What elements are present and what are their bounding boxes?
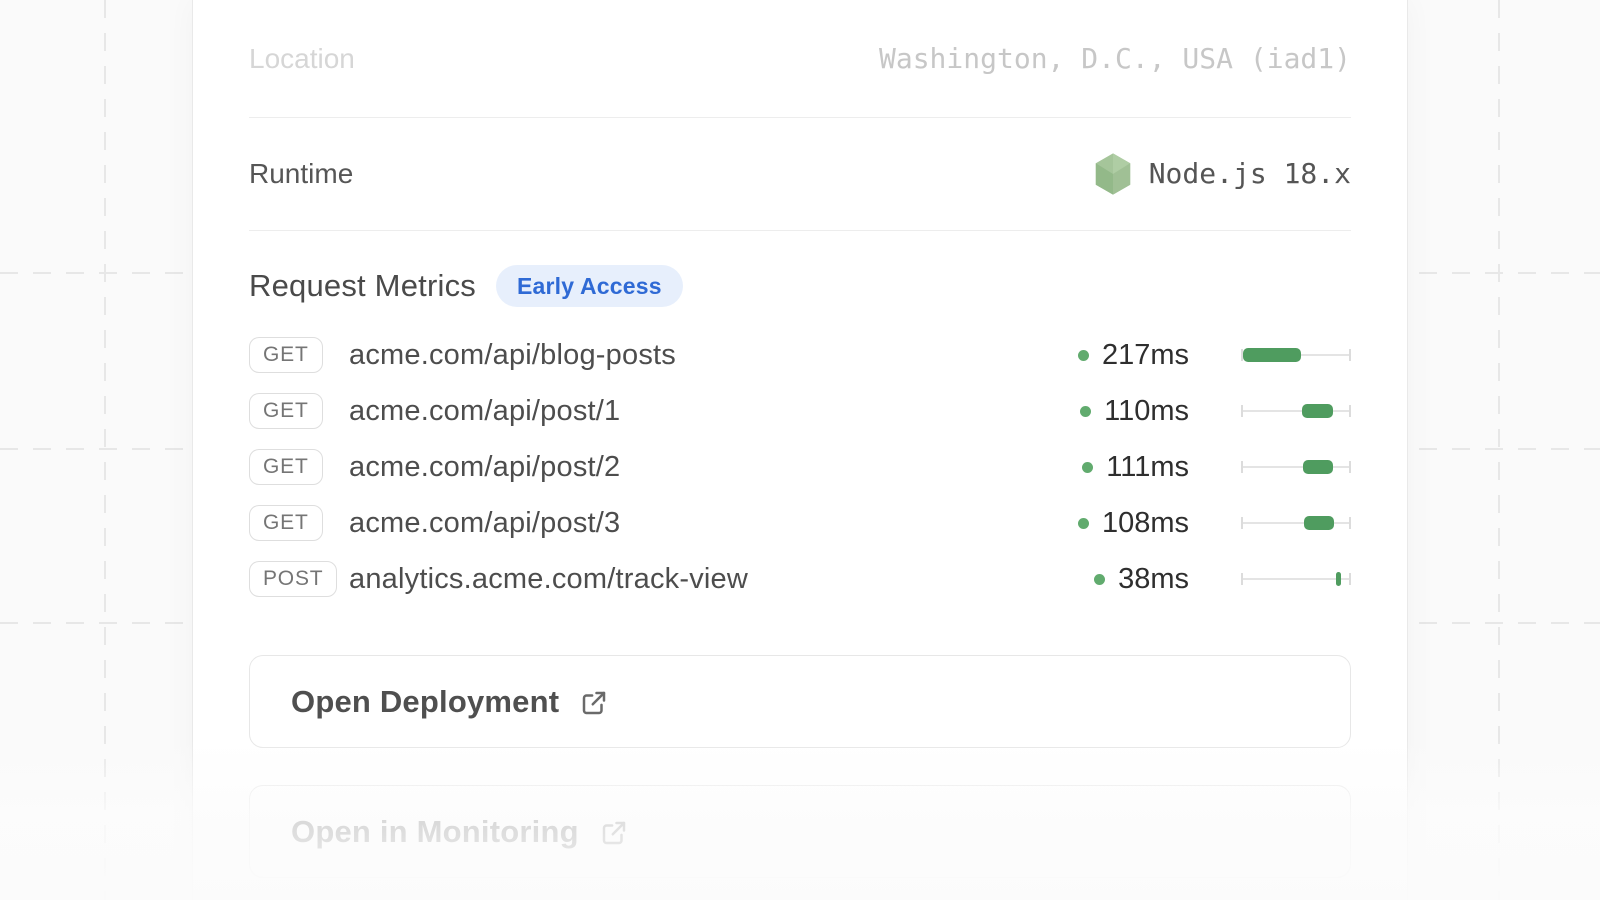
request-url: analytics.acme.com/track-view	[349, 563, 748, 596]
request-row: GET acme.com/api/post/1 110ms	[249, 383, 1351, 439]
runtime-value-group: Node.js 18.x	[1093, 152, 1351, 196]
external-link-icon	[599, 818, 629, 848]
method-badge: POST	[249, 561, 337, 597]
location-row: Location Washington, D.C., USA (iad1)	[249, 0, 1351, 117]
latency-group: 110ms	[1080, 383, 1189, 439]
location-value: Washington, D.C., USA (iad1)	[879, 42, 1351, 75]
grid-vertical-dash-left	[104, 0, 106, 900]
method-badge: GET	[249, 337, 323, 373]
early-access-badge: Early Access	[496, 265, 683, 307]
request-timeline	[1241, 515, 1351, 531]
grid-vertical-dash-right	[1498, 0, 1500, 900]
method-badge: GET	[249, 449, 323, 485]
nodejs-icon	[1093, 152, 1133, 196]
latency-dot-icon	[1080, 406, 1091, 417]
open-deployment-label: Open Deployment	[291, 684, 559, 720]
runtime-row: Runtime Node.js 18.x	[249, 117, 1351, 230]
latency-value: 111ms	[1106, 451, 1189, 484]
request-metrics-title: Request Metrics	[249, 268, 476, 304]
request-row: POST analytics.acme.com/track-view 38ms	[249, 551, 1351, 607]
latency-group: 38ms	[1094, 551, 1189, 607]
timeline-bar	[1302, 404, 1334, 418]
request-timeline	[1241, 459, 1351, 475]
request-url: acme.com/api/blog-posts	[349, 339, 676, 372]
runtime-label: Runtime	[249, 158, 353, 190]
latency-dot-icon	[1078, 518, 1089, 529]
latency-value: 217ms	[1102, 339, 1189, 372]
request-row: GET acme.com/api/blog-posts 217ms	[249, 327, 1351, 383]
runtime-value: Node.js 18.x	[1149, 157, 1351, 190]
open-in-monitoring-label: Open in Monitoring	[291, 814, 579, 850]
latency-dot-icon	[1078, 350, 1089, 361]
request-row: GET acme.com/api/post/2 111ms	[249, 439, 1351, 495]
request-list: GET acme.com/api/blog-posts 217ms GET ac…	[249, 327, 1351, 607]
method-badge: GET	[249, 505, 323, 541]
request-timeline	[1241, 403, 1351, 419]
latency-value: 38ms	[1118, 563, 1189, 596]
latency-group: 217ms	[1078, 327, 1189, 383]
deployment-details-panel: Location Washington, D.C., USA (iad1) Ru…	[192, 0, 1408, 900]
request-timeline	[1241, 571, 1351, 587]
request-metrics-header: Request Metrics Early Access	[249, 263, 1351, 309]
open-deployment-button[interactable]: Open Deployment	[249, 655, 1351, 748]
latency-dot-icon	[1094, 574, 1105, 585]
timeline-bar	[1304, 516, 1335, 530]
latency-value: 108ms	[1102, 507, 1189, 540]
latency-value: 110ms	[1104, 395, 1189, 428]
timeline-bar	[1303, 460, 1334, 474]
latency-group: 108ms	[1078, 495, 1189, 551]
method-badge: GET	[249, 393, 323, 429]
latency-group: 111ms	[1082, 439, 1189, 495]
location-label: Location	[249, 43, 355, 75]
request-timeline	[1241, 347, 1351, 363]
divider	[249, 230, 1351, 231]
request-row: GET acme.com/api/post/3 108ms	[249, 495, 1351, 551]
request-url: acme.com/api/post/1	[349, 395, 620, 428]
open-in-monitoring-button[interactable]: Open in Monitoring	[249, 785, 1351, 878]
timeline-bar	[1336, 572, 1342, 586]
request-url: acme.com/api/post/2	[349, 451, 620, 484]
latency-dot-icon	[1082, 462, 1093, 473]
external-link-icon	[579, 688, 609, 718]
request-url: acme.com/api/post/3	[349, 507, 620, 540]
timeline-bar	[1243, 348, 1301, 362]
